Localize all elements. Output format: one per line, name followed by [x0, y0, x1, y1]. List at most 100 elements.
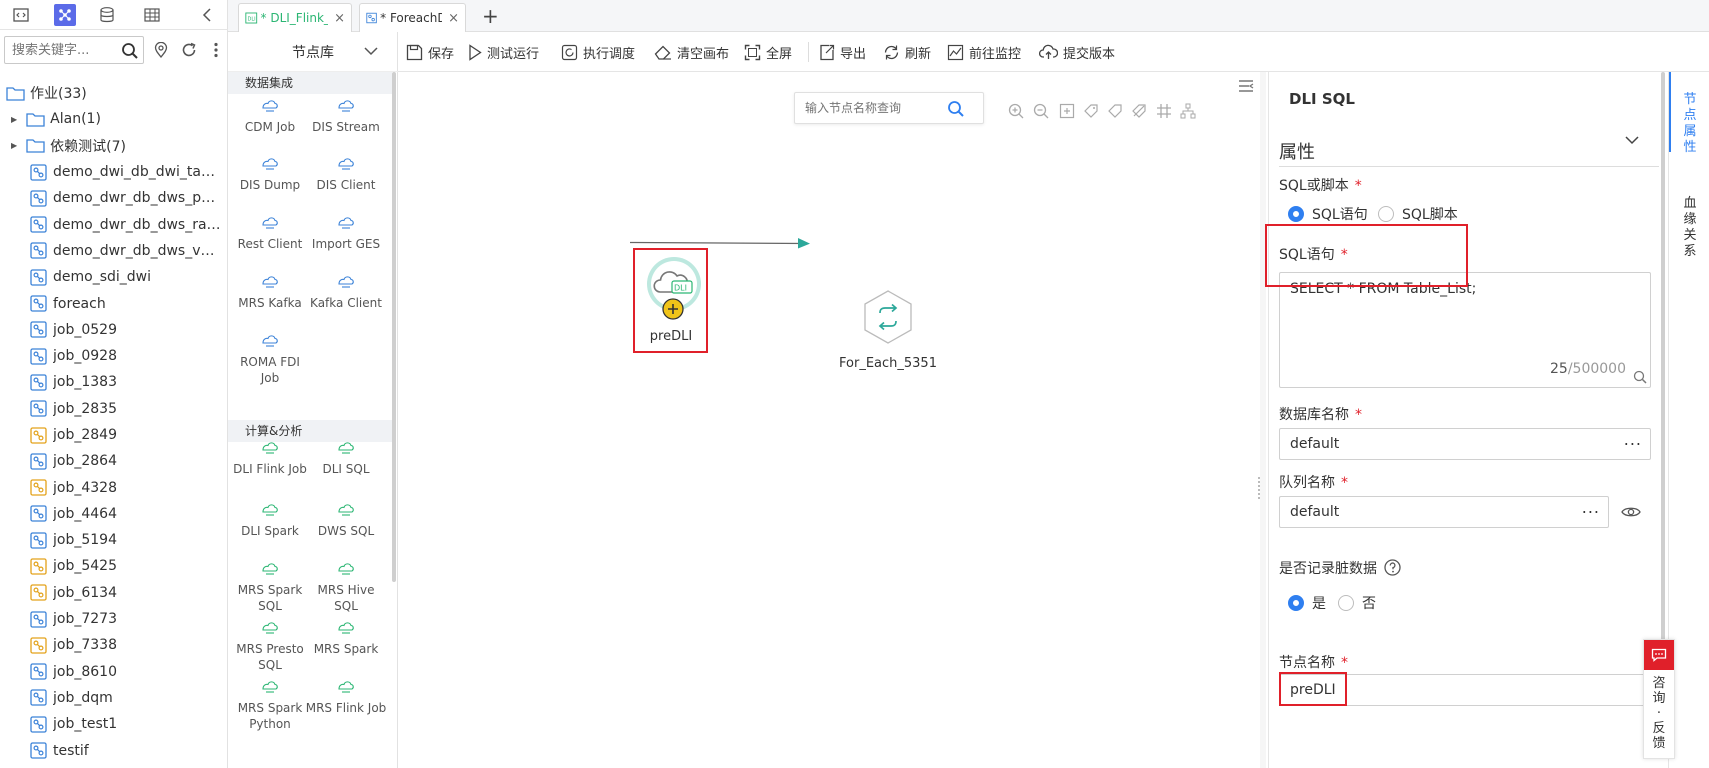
- job-list-item[interactable]: job_8610: [0, 659, 228, 685]
- database-icon[interactable]: [96, 4, 118, 26]
- clear-canvas-button[interactable]: 清空画布: [654, 41, 729, 63]
- workflow-canvas[interactable]: DLI preDLI For_Each_5351: [398, 72, 1268, 768]
- database-name-field[interactable]: default ···: [1279, 428, 1651, 460]
- tab-foreach[interactable]: * ForeachD... ×: [359, 3, 466, 32]
- search-icon[interactable]: [121, 42, 139, 60]
- job-list-item[interactable]: job_0529: [0, 317, 228, 343]
- job-list-item[interactable]: job_4464: [0, 501, 228, 527]
- more-options-icon[interactable]: ···: [1624, 435, 1642, 454]
- refresh-icon[interactable]: [181, 42, 197, 58]
- node-library-item[interactable]: MRS Flink Job: [305, 676, 387, 716]
- go-monitor-button[interactable]: 前往监控: [947, 41, 1021, 63]
- radio-sql-script[interactable]: SQL脚本: [1378, 204, 1458, 224]
- job-list-item[interactable]: job_5194: [0, 527, 228, 553]
- expand-caret-icon[interactable]: ▶: [11, 141, 17, 150]
- jobs-icon[interactable]: [54, 4, 76, 26]
- auto-layout-icon[interactable]: [1179, 102, 1197, 120]
- expand-search-icon[interactable]: [1633, 370, 1647, 384]
- tab-node-properties[interactable]: 节点属性: [1682, 92, 1698, 156]
- node-library-item[interactable]: MRS Hive SQL: [305, 558, 387, 614]
- chat-icon[interactable]: [1644, 640, 1674, 670]
- locate-icon[interactable]: [154, 42, 168, 58]
- submit-version-button[interactable]: 提交版本: [1039, 41, 1115, 63]
- collapse-panel-icon[interactable]: [1238, 78, 1254, 94]
- radio-dirty-yes[interactable]: 是: [1288, 593, 1326, 613]
- queue-name-field[interactable]: default ···: [1279, 496, 1609, 528]
- node-library-item[interactable]: ROMA FDI Job: [229, 330, 311, 386]
- table-icon[interactable]: [141, 4, 163, 26]
- radio-sql-statement[interactable]: SQL语句: [1288, 204, 1368, 224]
- job-list-item[interactable]: demo_dwr_db_dws_ven...: [0, 238, 228, 264]
- grid-icon[interactable]: [1155, 102, 1173, 120]
- tag-outline-icon[interactable]: [1106, 102, 1124, 120]
- export-button[interactable]: 导出: [819, 41, 866, 63]
- node-library-item[interactable]: DLI Spark: [229, 499, 311, 539]
- job-list-item[interactable]: job_5425: [0, 553, 228, 579]
- panel-scrollbar[interactable]: [1661, 72, 1665, 672]
- tree-root[interactable]: 作业(33): [0, 80, 228, 106]
- node-library-item[interactable]: MRS Spark: [305, 617, 387, 657]
- job-list-item[interactable]: demo_sdi_dwi: [0, 264, 228, 290]
- node-library-header[interactable]: 节点库: [228, 32, 398, 72]
- node-library-item[interactable]: DIS Dump: [229, 153, 311, 193]
- job-search-input[interactable]: [5, 37, 115, 63]
- job-list-item[interactable]: demo_dwr_db_dws_rat...: [0, 211, 228, 237]
- fullscreen-button[interactable]: 全屏: [744, 41, 792, 63]
- tab-close-icon[interactable]: ×: [334, 11, 345, 26]
- node-library-item[interactable]: DLI SQL: [305, 437, 387, 477]
- job-list-item[interactable]: job_2835: [0, 396, 228, 422]
- save-button[interactable]: 保存: [406, 41, 454, 63]
- resize-handle[interactable]: [1258, 477, 1264, 499]
- tree-folder[interactable]: ▶ 依赖测试(7): [0, 133, 228, 159]
- more-options-icon[interactable]: ···: [1582, 503, 1600, 522]
- node-library-item[interactable]: MRS Presto SQL: [229, 617, 311, 673]
- canvas-node-foreach[interactable]: [861, 287, 915, 347]
- radio-dirty-no[interactable]: 否: [1338, 593, 1376, 613]
- add-tab-icon[interactable]: +: [482, 4, 499, 28]
- job-list-item[interactable]: job_test1: [0, 711, 228, 737]
- node-library-item[interactable]: MRS Kafka: [229, 271, 311, 311]
- help-icon[interactable]: [1384, 559, 1401, 576]
- expand-caret-icon[interactable]: ▶: [11, 115, 17, 124]
- chevron-down-icon[interactable]: [1625, 136, 1639, 145]
- collapse-left-icon[interactable]: [196, 4, 218, 26]
- canvas-node-predli[interactable]: DLI: [646, 256, 702, 320]
- node-library-item[interactable]: DIS Client: [305, 153, 387, 193]
- node-library-item[interactable]: Rest Client: [229, 212, 311, 252]
- schedule-button[interactable]: 执行调度: [561, 41, 635, 63]
- job-list-item[interactable]: job_6134: [0, 580, 228, 606]
- job-list-item[interactable]: job_2864: [0, 448, 228, 474]
- tab-close-icon[interactable]: ×: [448, 11, 459, 26]
- job-list-item[interactable]: job_7338: [0, 632, 228, 658]
- zoom-out-icon[interactable]: [1032, 102, 1050, 120]
- tab-dli-flink[interactable]: DLI * DLI_Flink_... ×: [238, 3, 352, 32]
- node-library-item[interactable]: DIS Stream: [305, 95, 387, 135]
- tag-icon[interactable]: [1082, 102, 1100, 120]
- search-icon[interactable]: [947, 100, 965, 118]
- node-library-item[interactable]: Kafka Client: [305, 271, 387, 311]
- canvas-splitter[interactable]: [1260, 72, 1266, 768]
- job-list-item[interactable]: job_4328: [0, 474, 228, 500]
- job-list-item[interactable]: demo_dwi_db_dwi_taxi_...: [0, 159, 228, 185]
- eye-icon[interactable]: [1621, 505, 1641, 519]
- untag-icon[interactable]: [1130, 102, 1148, 120]
- more-vertical-icon[interactable]: [214, 42, 218, 58]
- node-library-item[interactable]: MRS Spark Python: [229, 676, 311, 732]
- job-list-item[interactable]: job_7273: [0, 606, 228, 632]
- job-list-item[interactable]: demo_dwr_db_dws_pay...: [0, 185, 228, 211]
- job-list-item[interactable]: testif: [0, 737, 228, 763]
- tab-lineage[interactable]: 血缘关系: [1682, 196, 1698, 260]
- node-library-item[interactable]: Import GES: [305, 212, 387, 252]
- job-list-item[interactable]: job_0928: [0, 343, 228, 369]
- node-library-item[interactable]: DWS SQL: [305, 499, 387, 539]
- tree-folder[interactable]: ▶ Alan(1): [0, 106, 228, 132]
- feedback-widget[interactable]: 咨询 · 反馈: [1643, 639, 1675, 759]
- node-library-scrollbar[interactable]: [392, 72, 396, 582]
- refresh-button[interactable]: 刷新: [883, 41, 931, 63]
- node-library-item[interactable]: CDM Job: [229, 95, 311, 135]
- job-list-item[interactable]: job_dqm: [0, 685, 228, 711]
- job-list-item[interactable]: job_2849: [0, 422, 228, 448]
- test-run-button[interactable]: 测试运行: [468, 41, 539, 63]
- node-library-item[interactable]: MRS Spark SQL: [229, 558, 311, 614]
- chevron-down-icon[interactable]: [364, 47, 378, 56]
